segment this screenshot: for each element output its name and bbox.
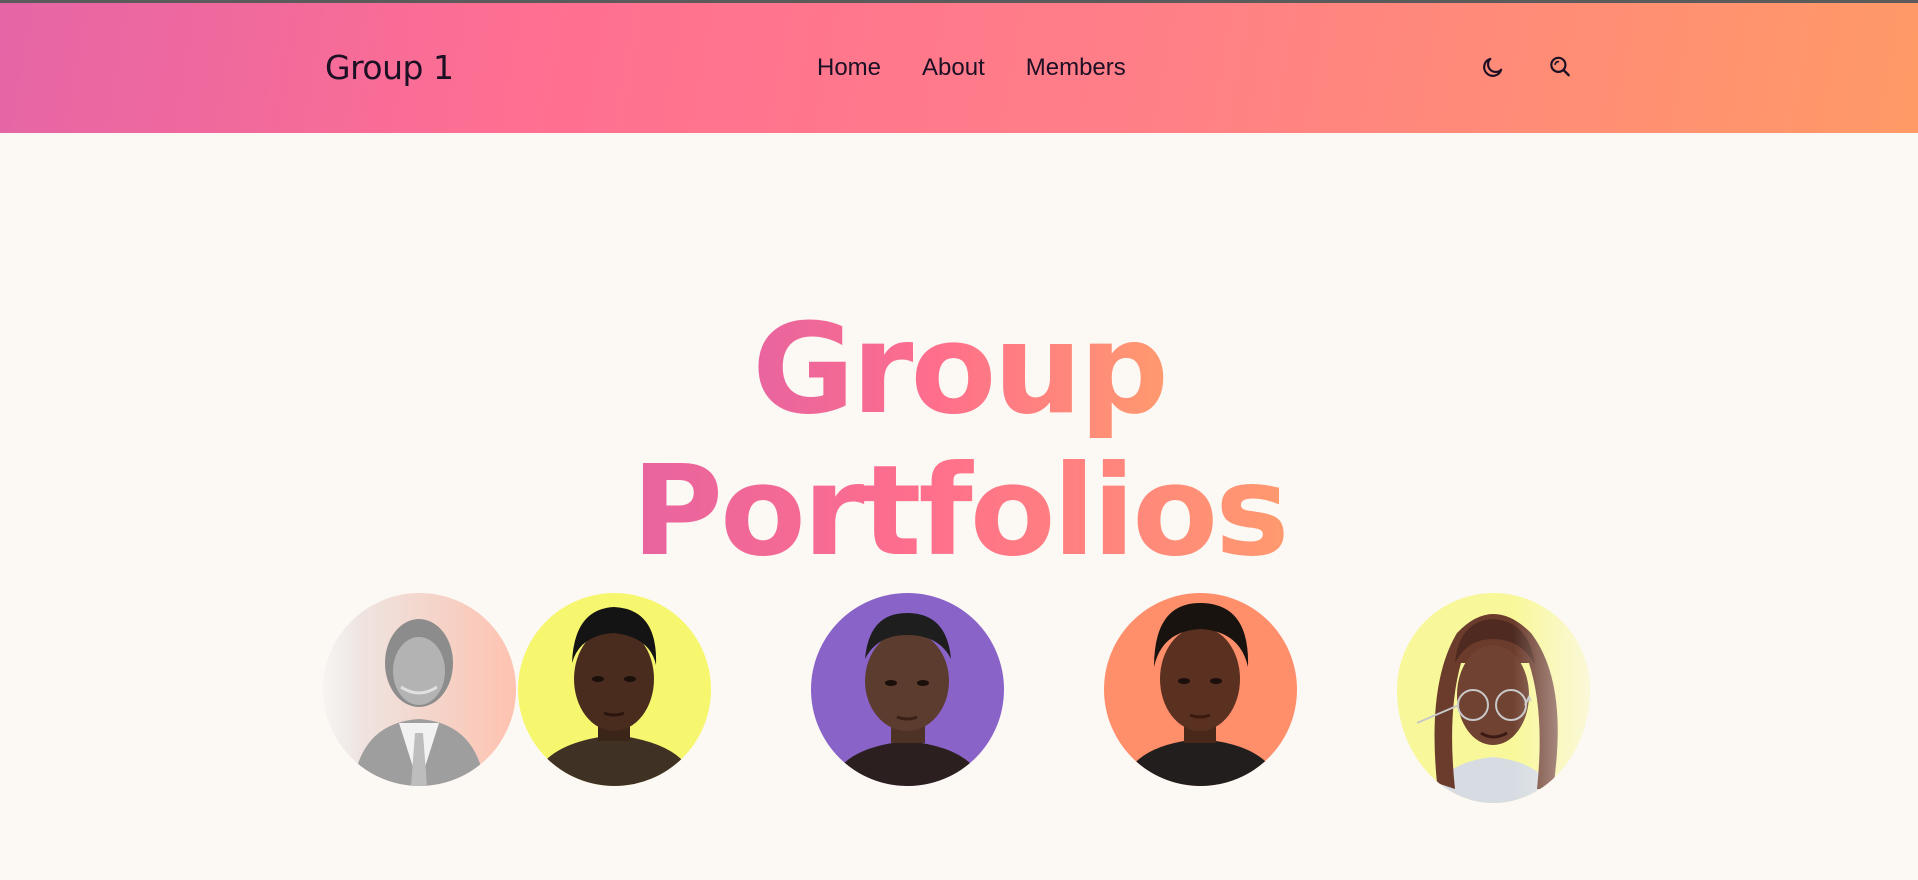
member-avatar-3[interactable] (811, 593, 1004, 786)
member-avatar-2[interactable] (518, 593, 711, 786)
window-top-edge (0, 0, 1918, 3)
member-avatar-5[interactable] (1397, 593, 1590, 803)
carousel-left-fade (270, 590, 360, 800)
members-carousel (0, 0, 1918, 880)
member-avatar-4[interactable] (1104, 593, 1297, 786)
